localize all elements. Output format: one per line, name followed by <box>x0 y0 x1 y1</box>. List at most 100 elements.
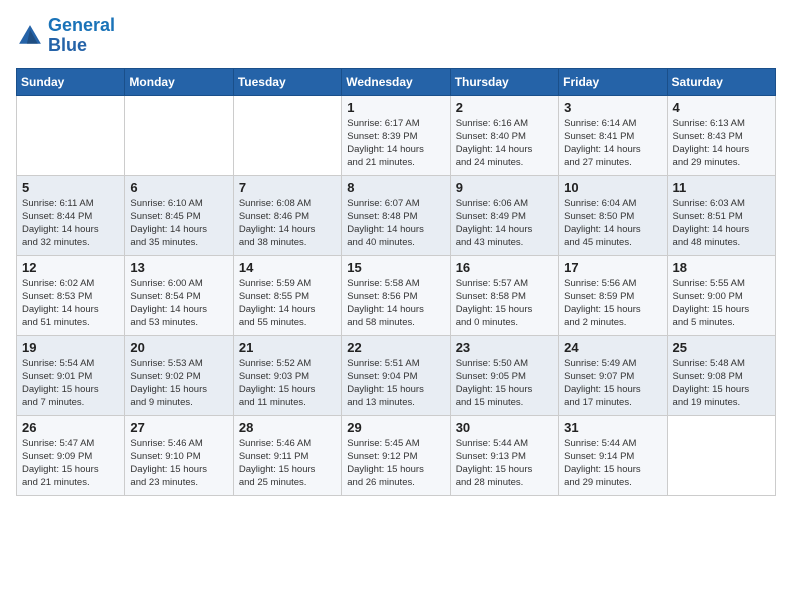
day-number: 13 <box>130 260 227 275</box>
cell-info: Sunrise: 5:46 AM Sunset: 9:11 PM Dayligh… <box>239 437 336 490</box>
cell-info: Sunrise: 6:11 AM Sunset: 8:44 PM Dayligh… <box>22 197 119 250</box>
day-number: 22 <box>347 340 444 355</box>
cell-info: Sunrise: 6:10 AM Sunset: 8:45 PM Dayligh… <box>130 197 227 250</box>
cell-info: Sunrise: 6:00 AM Sunset: 8:54 PM Dayligh… <box>130 277 227 330</box>
cell-info: Sunrise: 5:47 AM Sunset: 9:09 PM Dayligh… <box>22 437 119 490</box>
calendar-cell: 12Sunrise: 6:02 AM Sunset: 8:53 PM Dayli… <box>17 255 125 335</box>
page-header: General Blue <box>16 16 776 56</box>
calendar-cell: 19 Sunrise: 5:54 AM Sunset: 9:01 PM Dayli… <box>17 335 125 415</box>
logo-general: General <box>48 15 115 35</box>
calendar-cell <box>667 415 775 495</box>
calendar-cell: 31Sunrise: 5:44 AM Sunset: 9:14 PM Dayli… <box>559 415 667 495</box>
cell-info: Sunrise: 6:16 AM Sunset: 8:40 PM Dayligh… <box>456 117 553 170</box>
day-number: 4 <box>673 100 770 115</box>
cell-info: Sunrise: 5:58 AM Sunset: 8:56 PM Dayligh… <box>347 277 444 330</box>
calendar-cell: 24Sunrise: 5:49 AM Sunset: 9:07 PM Dayli… <box>559 335 667 415</box>
logo-icon <box>16 22 44 50</box>
calendar-cell: 25 Sunrise: 5:48 AM Sunset: 9:08 PM Dayli… <box>667 335 775 415</box>
calendar-cell: 21 Sunrise: 5:52 AM Sunset: 9:03 PM Dayli… <box>233 335 341 415</box>
cell-info: Sunrise: 5:51 AM Sunset: 9:04 PM Dayligh… <box>347 357 444 410</box>
header-cell-tuesday: Tuesday <box>233 68 341 95</box>
calendar-cell: 16 Sunrise: 5:57 AM Sunset: 8:58 PM Dayli… <box>450 255 558 335</box>
week-row: 12Sunrise: 6:02 AM Sunset: 8:53 PM Dayli… <box>17 255 776 335</box>
calendar-cell: 30 Sunrise: 5:44 AM Sunset: 9:13 PM Dayli… <box>450 415 558 495</box>
cell-info: Sunrise: 6:14 AM Sunset: 8:41 PM Dayligh… <box>564 117 661 170</box>
day-number: 24 <box>564 340 661 355</box>
day-number: 16 <box>456 260 553 275</box>
cell-info: Sunrise: 5:57 AM Sunset: 8:58 PM Dayligh… <box>456 277 553 330</box>
cell-info: Sunrise: 6:02 AM Sunset: 8:53 PM Dayligh… <box>22 277 119 330</box>
day-number: 29 <box>347 420 444 435</box>
week-row: 1Sunrise: 6:17 AM Sunset: 8:39 PM Daylig… <box>17 95 776 175</box>
calendar-cell: 17Sunrise: 5:56 AM Sunset: 8:59 PM Dayli… <box>559 255 667 335</box>
header-row: SundayMondayTuesdayWednesdayThursdayFrid… <box>17 68 776 95</box>
calendar-cell: 20 Sunrise: 5:53 AM Sunset: 9:02 PM Dayli… <box>125 335 233 415</box>
calendar-cell: 27 Sunrise: 5:46 AM Sunset: 9:10 PM Dayli… <box>125 415 233 495</box>
day-number: 23 <box>456 340 553 355</box>
cell-info: Sunrise: 5:48 AM Sunset: 9:08 PM Dayligh… <box>673 357 770 410</box>
week-row: 19 Sunrise: 5:54 AM Sunset: 9:01 PM Dayli… <box>17 335 776 415</box>
header-cell-friday: Friday <box>559 68 667 95</box>
day-number: 30 <box>456 420 553 435</box>
day-number: 19 <box>22 340 119 355</box>
calendar-cell <box>125 95 233 175</box>
cell-info: Sunrise: 5:53 AM Sunset: 9:02 PM Dayligh… <box>130 357 227 410</box>
day-number: 28 <box>239 420 336 435</box>
day-number: 2 <box>456 100 553 115</box>
header-cell-wednesday: Wednesday <box>342 68 450 95</box>
day-number: 27 <box>130 420 227 435</box>
header-cell-saturday: Saturday <box>667 68 775 95</box>
header-cell-sunday: Sunday <box>17 68 125 95</box>
calendar-cell: 9 Sunrise: 6:06 AM Sunset: 8:49 PM Daylig… <box>450 175 558 255</box>
cell-info: Sunrise: 5:44 AM Sunset: 9:13 PM Dayligh… <box>456 437 553 490</box>
cell-info: Sunrise: 5:50 AM Sunset: 9:05 PM Dayligh… <box>456 357 553 410</box>
day-number: 3 <box>564 100 661 115</box>
cell-info: Sunrise: 6:06 AM Sunset: 8:49 PM Dayligh… <box>456 197 553 250</box>
day-number: 11 <box>673 180 770 195</box>
week-row: 26Sunrise: 5:47 AM Sunset: 9:09 PM Dayli… <box>17 415 776 495</box>
day-number: 14 <box>239 260 336 275</box>
cell-info: Sunrise: 6:04 AM Sunset: 8:50 PM Dayligh… <box>564 197 661 250</box>
calendar-cell: 26Sunrise: 5:47 AM Sunset: 9:09 PM Dayli… <box>17 415 125 495</box>
day-number: 9 <box>456 180 553 195</box>
cell-info: Sunrise: 5:55 AM Sunset: 9:00 PM Dayligh… <box>673 277 770 330</box>
calendar-cell: 7Sunrise: 6:08 AM Sunset: 8:46 PM Daylig… <box>233 175 341 255</box>
calendar-cell: 10Sunrise: 6:04 AM Sunset: 8:50 PM Dayli… <box>559 175 667 255</box>
calendar-cell: 14 Sunrise: 5:59 AM Sunset: 8:55 PM Dayli… <box>233 255 341 335</box>
header-cell-thursday: Thursday <box>450 68 558 95</box>
day-number: 7 <box>239 180 336 195</box>
week-row: 5 Sunrise: 6:11 AM Sunset: 8:44 PM Daylig… <box>17 175 776 255</box>
cell-info: Sunrise: 5:52 AM Sunset: 9:03 PM Dayligh… <box>239 357 336 410</box>
day-number: 18 <box>673 260 770 275</box>
cell-info: Sunrise: 6:07 AM Sunset: 8:48 PM Dayligh… <box>347 197 444 250</box>
calendar-cell: 2 Sunrise: 6:16 AM Sunset: 8:40 PM Daylig… <box>450 95 558 175</box>
calendar-header: SundayMondayTuesdayWednesdayThursdayFrid… <box>17 68 776 95</box>
calendar-cell: 13 Sunrise: 6:00 AM Sunset: 8:54 PM Dayli… <box>125 255 233 335</box>
day-number: 15 <box>347 260 444 275</box>
calendar-cell: 8 Sunrise: 6:07 AM Sunset: 8:48 PM Daylig… <box>342 175 450 255</box>
calendar-cell: 5 Sunrise: 6:11 AM Sunset: 8:44 PM Daylig… <box>17 175 125 255</box>
cell-info: Sunrise: 5:45 AM Sunset: 9:12 PM Dayligh… <box>347 437 444 490</box>
logo-blue: Blue <box>48 35 87 55</box>
cell-info: Sunrise: 5:46 AM Sunset: 9:10 PM Dayligh… <box>130 437 227 490</box>
calendar-cell <box>17 95 125 175</box>
calendar-table: SundayMondayTuesdayWednesdayThursdayFrid… <box>16 68 776 496</box>
cell-info: Sunrise: 6:03 AM Sunset: 8:51 PM Dayligh… <box>673 197 770 250</box>
day-number: 25 <box>673 340 770 355</box>
day-number: 31 <box>564 420 661 435</box>
day-number: 6 <box>130 180 227 195</box>
calendar-cell: 11 Sunrise: 6:03 AM Sunset: 8:51 PM Dayli… <box>667 175 775 255</box>
day-number: 21 <box>239 340 336 355</box>
calendar-cell: 29 Sunrise: 5:45 AM Sunset: 9:12 PM Dayli… <box>342 415 450 495</box>
calendar-cell <box>233 95 341 175</box>
cell-info: Sunrise: 5:56 AM Sunset: 8:59 PM Dayligh… <box>564 277 661 330</box>
calendar-cell: 18 Sunrise: 5:55 AM Sunset: 9:00 PM Dayli… <box>667 255 775 335</box>
calendar-cell: 1Sunrise: 6:17 AM Sunset: 8:39 PM Daylig… <box>342 95 450 175</box>
cell-info: Sunrise: 5:59 AM Sunset: 8:55 PM Dayligh… <box>239 277 336 330</box>
cell-info: Sunrise: 6:13 AM Sunset: 8:43 PM Dayligh… <box>673 117 770 170</box>
day-number: 5 <box>22 180 119 195</box>
cell-info: Sunrise: 5:54 AM Sunset: 9:01 PM Dayligh… <box>22 357 119 410</box>
calendar-cell: 15 Sunrise: 5:58 AM Sunset: 8:56 PM Dayli… <box>342 255 450 335</box>
day-number: 8 <box>347 180 444 195</box>
day-number: 20 <box>130 340 227 355</box>
